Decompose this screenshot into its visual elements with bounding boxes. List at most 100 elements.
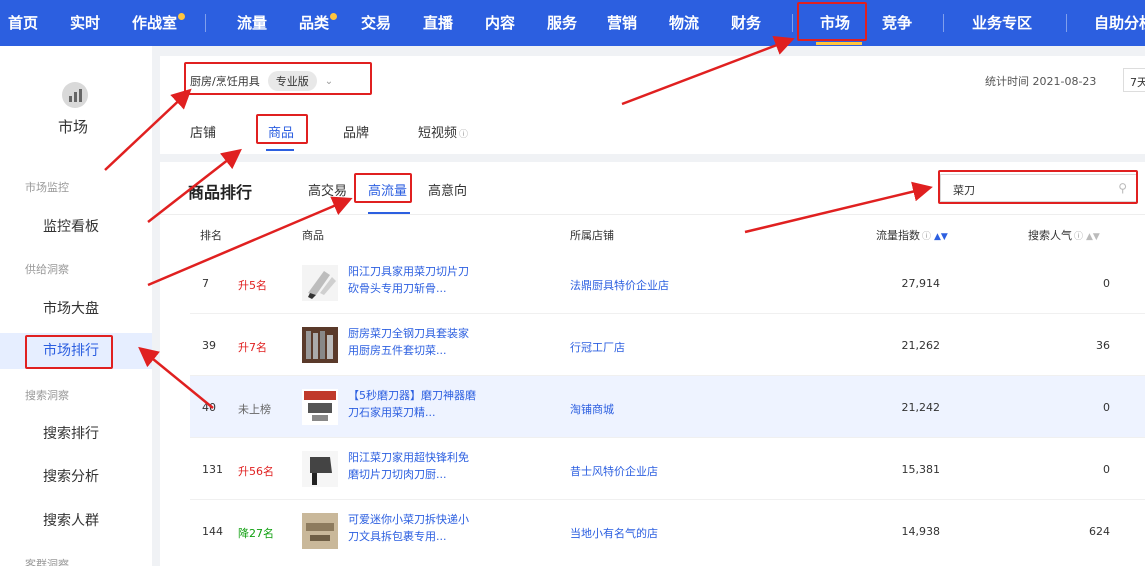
rank-change: 升5名 bbox=[238, 279, 267, 292]
tab-brand[interactable]: 品牌 bbox=[343, 122, 369, 141]
help-icon[interactable]: ⓘ bbox=[1074, 232, 1083, 242]
nav-item-category[interactable]: 品类 bbox=[299, 12, 338, 33]
shop-name[interactable]: 淘铺商城 bbox=[570, 401, 614, 417]
nav-active-underline bbox=[816, 42, 862, 45]
date-range-select[interactable]: 7天 bbox=[1123, 68, 1145, 92]
table-row[interactable]: 40 未上榜 【5秒磨刀器】磨刀神器磨刀石家用菜刀精... 淘铺商城 21,24… bbox=[190, 376, 1145, 438]
annotation-box-market-ranking bbox=[25, 335, 113, 369]
rank-number: 144 bbox=[202, 525, 223, 538]
flow-index: 21,262 bbox=[901, 339, 941, 352]
tab-shop[interactable]: 店铺 bbox=[190, 122, 216, 141]
tab-active-underline bbox=[266, 149, 294, 151]
sidebar-item-monitor-board[interactable]: 监控看板 bbox=[0, 209, 152, 245]
sidebar-item-search-analysis[interactable]: 搜索分析 bbox=[0, 459, 152, 495]
product-name[interactable]: 可爱迷你小菜刀拆快递小刀文具拆包裹专用... bbox=[348, 511, 478, 545]
product-thumbnail[interactable] bbox=[302, 327, 338, 363]
annotation-box-search bbox=[938, 170, 1138, 204]
shop-name[interactable]: 当地小有名气的店 bbox=[570, 525, 658, 541]
tab-short-video[interactable]: 短视频 ⓘ bbox=[418, 122, 468, 141]
product-thumbnail[interactable] bbox=[302, 451, 338, 487]
col-header-flow-index[interactable]: 流量指数 ⓘ ▲▼ bbox=[876, 227, 948, 243]
shop-name[interactable]: 行冠工厂店 bbox=[570, 339, 625, 355]
nav-item-finance[interactable]: 财务 bbox=[731, 12, 761, 33]
product-name[interactable]: 【5秒磨刀器】磨刀神器磨刀石家用菜刀精... bbox=[348, 387, 478, 421]
rank-change: 升7名 bbox=[238, 341, 267, 354]
product-thumbnail[interactable] bbox=[302, 265, 338, 301]
col-header-label: 流量指数 bbox=[876, 229, 920, 242]
nav-item-marketing[interactable]: 营销 bbox=[607, 12, 637, 33]
sidebar-item-search-ranking[interactable]: 搜索排行 bbox=[0, 416, 152, 452]
product-name[interactable]: 厨房菜刀全钢刀具套装家用厨房五件套切菜... bbox=[348, 325, 478, 359]
nav-item-home[interactable]: 首页 bbox=[8, 12, 38, 33]
nav-item-competition[interactable]: 竞争 bbox=[882, 12, 912, 33]
sort-icon[interactable]: ▲▼ bbox=[934, 232, 948, 242]
nav-item-label: 品类 bbox=[299, 14, 330, 32]
nav-item-service[interactable]: 服务 bbox=[547, 12, 577, 33]
nav-item-self-analysis[interactable]: 自助分析 bbox=[1094, 12, 1145, 33]
product-name[interactable]: 阳江刀具家用菜刀切片刀砍骨头专用刀斩骨... bbox=[348, 263, 478, 297]
shop-name[interactable]: 法鼎厨具特价企业店 bbox=[570, 277, 669, 293]
rank-number: 39 bbox=[202, 339, 216, 352]
nav-divider bbox=[1066, 14, 1067, 32]
top-nav: 首页 实时 作战室 流量 品类 交易 直播 内容 服务 营销 物流 财务 市场 … bbox=[0, 0, 1145, 46]
annotation-box-category bbox=[184, 62, 372, 95]
search-popularity: 0 bbox=[1103, 277, 1110, 290]
col-header-shop: 所属店铺 bbox=[570, 229, 614, 242]
nav-item-logistics[interactable]: 物流 bbox=[669, 12, 699, 33]
sidebar-title: 市场 bbox=[58, 118, 89, 136]
sidebar-group-monitor: 市场监控 bbox=[25, 181, 69, 194]
sidebar-group-customer: 客群洞察 bbox=[25, 558, 69, 566]
table-row[interactable]: 7 升5名 阳江刀具家用菜刀切片刀砍骨头专用刀斩骨... 法鼎厨具特价企业店 2… bbox=[190, 252, 1145, 314]
nav-divider bbox=[943, 14, 944, 32]
search-popularity: 36 bbox=[1096, 339, 1110, 352]
nav-item-trade[interactable]: 交易 bbox=[361, 12, 391, 33]
notice-dot-icon bbox=[330, 13, 338, 20]
flow-index: 14,938 bbox=[901, 525, 941, 538]
nav-divider bbox=[205, 14, 206, 32]
sort-icon[interactable]: ▲▼ bbox=[1086, 232, 1100, 242]
search-popularity: 0 bbox=[1103, 463, 1110, 476]
subtab-high-trade[interactable]: 高交易 bbox=[308, 180, 347, 199]
table-row[interactable]: 144 降27名 可爱迷你小菜刀拆快递小刀文具拆包裹专用... 当地小有名气的店… bbox=[190, 500, 1145, 562]
product-thumbnail[interactable] bbox=[302, 389, 338, 425]
help-icon[interactable]: ⓘ bbox=[922, 232, 931, 242]
sidebar-item-search-crowd[interactable]: 搜索人群 bbox=[0, 503, 152, 539]
search-popularity: 624 bbox=[1089, 525, 1110, 538]
rank-change: 升56名 bbox=[238, 465, 274, 478]
help-icon[interactable]: ⓘ bbox=[459, 130, 468, 140]
col-header-label: 搜索人气 bbox=[1028, 229, 1072, 242]
rank-number: 7 bbox=[202, 277, 209, 290]
col-header-rank: 排名 bbox=[200, 229, 222, 242]
subtab-high-intent[interactable]: 高意向 bbox=[428, 180, 467, 199]
flow-index: 15,381 bbox=[901, 463, 941, 476]
annotation-box-high-traffic bbox=[354, 173, 412, 203]
stat-time: 统计时间 2021-08-23 bbox=[985, 75, 1097, 88]
nav-item-live[interactable]: 直播 bbox=[423, 12, 453, 33]
rank-change: 降27名 bbox=[238, 527, 274, 540]
flow-index: 21,242 bbox=[901, 401, 941, 414]
table-row[interactable]: 131 升56名 阳江菜刀家用超快锋利免磨切片刀切肉刀厨... 昔士风特价企业店… bbox=[190, 438, 1145, 500]
divider bbox=[160, 214, 1145, 215]
notice-dot-icon bbox=[178, 13, 186, 20]
nav-item-traffic[interactable]: 流量 bbox=[237, 12, 267, 33]
tab-label: 短视频 bbox=[418, 126, 458, 141]
search-popularity: 0 bbox=[1103, 401, 1110, 414]
col-header-search-popularity[interactable]: 搜索人气 ⓘ ▲▼ bbox=[1028, 227, 1100, 243]
nav-item-realtime[interactable]: 实时 bbox=[70, 12, 100, 33]
table-row[interactable]: 39 升7名 厨房菜刀全钢刀具套装家用厨房五件套切菜... 行冠工厂店 21,2… bbox=[190, 314, 1145, 376]
sidebar-item-market-overview[interactable]: 市场大盘 bbox=[0, 291, 152, 327]
product-thumbnail[interactable] bbox=[302, 513, 338, 549]
product-name[interactable]: 阳江菜刀家用超快锋利免磨切片刀切肉刀厨... bbox=[348, 449, 478, 483]
shop-name[interactable]: 昔士风特价企业店 bbox=[570, 463, 658, 479]
nav-item-content[interactable]: 内容 bbox=[485, 12, 515, 33]
ranking-title: 商品排行 bbox=[188, 183, 253, 202]
flow-index: 27,914 bbox=[901, 277, 941, 290]
market-icon bbox=[62, 82, 88, 108]
nav-item-war-room[interactable]: 作战室 bbox=[132, 12, 186, 33]
rank-change: 未上榜 bbox=[238, 403, 271, 416]
sidebar-group-supply: 供给洞察 bbox=[25, 263, 69, 276]
nav-divider bbox=[792, 14, 793, 32]
nav-item-business-zone[interactable]: 业务专区 bbox=[972, 12, 1032, 33]
col-header-product: 商品 bbox=[302, 229, 324, 242]
annotation-box-market bbox=[797, 2, 867, 41]
